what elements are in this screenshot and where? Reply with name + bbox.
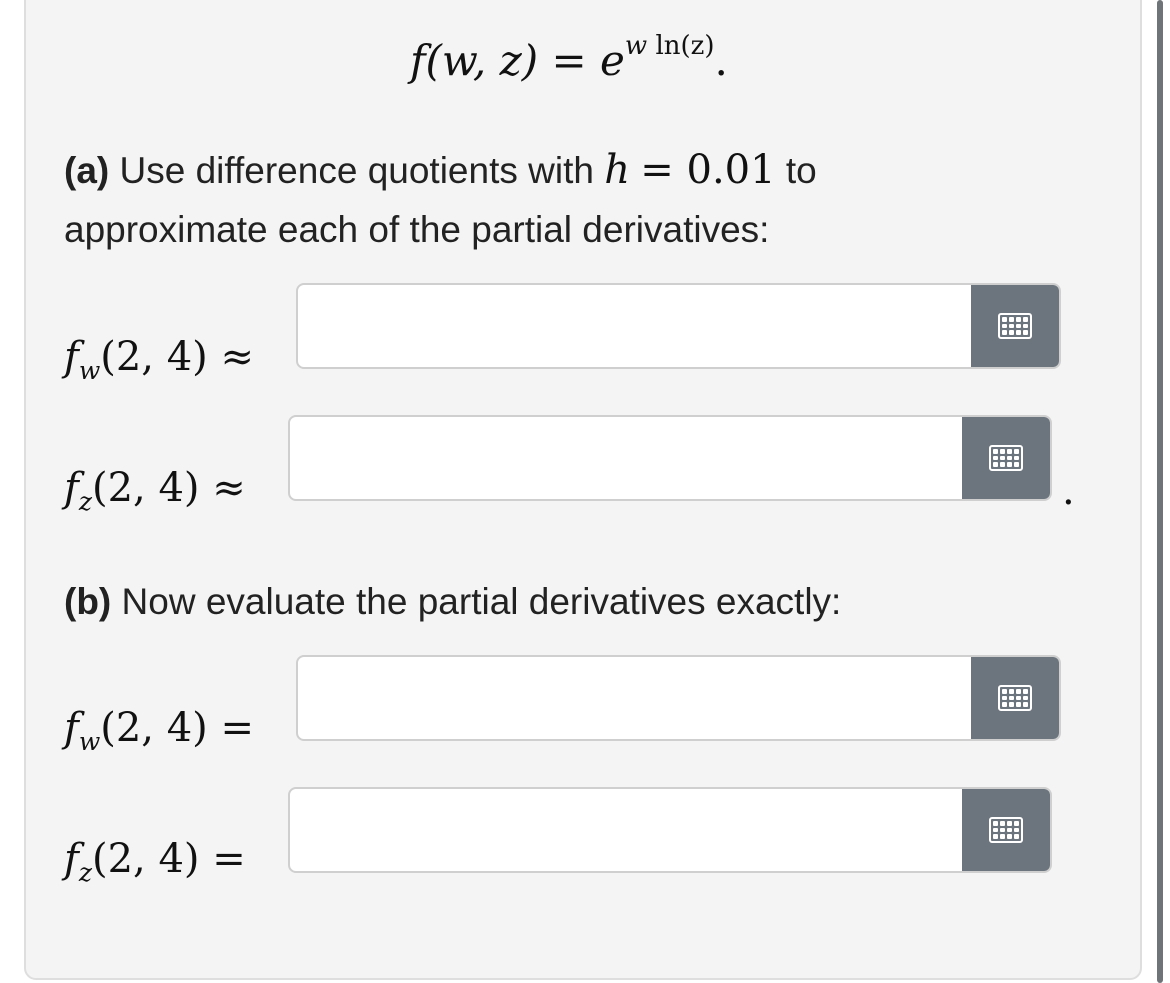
- part-b-instructions: (b) Now evaluate the partial derivatives…: [64, 572, 841, 632]
- fw-approx-label: fw(2, 4) ≈: [64, 334, 254, 383]
- part-a-instructions-line2: approximate each of the partial derivati…: [64, 209, 770, 250]
- function-name: f: [410, 36, 426, 85]
- fw-f: f: [64, 705, 79, 751]
- fz-sub: z: [78, 858, 92, 887]
- part-a-tag: (a): [64, 150, 110, 191]
- formula-period: .: [714, 36, 728, 85]
- fw-f: f: [64, 334, 79, 380]
- fw-args: (2, 4): [100, 705, 208, 751]
- equals-sign: =: [220, 705, 254, 751]
- part-a-text-end: to: [785, 150, 817, 191]
- fw-approx-keyboard-button[interactable]: [971, 285, 1059, 367]
- keyboard-icon: [989, 817, 1023, 843]
- fw-exact-label: fw(2, 4) =: [64, 705, 254, 754]
- fz-sub: z: [78, 487, 92, 516]
- h-value: = 0.01: [640, 147, 776, 193]
- h-variable: h: [604, 147, 630, 193]
- fz-approx-label: fz(2, 4) ≈: [64, 465, 246, 514]
- part-a-text: Use difference quotients with: [119, 150, 594, 191]
- trailing-period: .: [1062, 468, 1075, 514]
- exponent-fn: ln(z): [655, 31, 715, 61]
- approx-sign: ≈: [212, 465, 246, 511]
- scrollbar[interactable]: [1157, 0, 1163, 983]
- fw-args: (2, 4): [100, 334, 208, 380]
- part-b-text: Now evaluate the partial derivatives exa…: [121, 581, 842, 622]
- keyboard-icon: [998, 685, 1032, 711]
- part-b-tag: (b): [64, 581, 112, 622]
- equals-sign: =: [212, 836, 246, 882]
- equals-sign: =: [551, 36, 587, 85]
- fw-exact-field[interactable]: [296, 655, 1061, 741]
- fw-approx-field[interactable]: [296, 283, 1061, 369]
- fz-approx-keyboard-button[interactable]: [962, 417, 1050, 499]
- fw-exact-input[interactable]: [298, 657, 971, 739]
- keyboard-icon: [998, 313, 1032, 339]
- keyboard-icon: [989, 445, 1023, 471]
- fw-exact-keyboard-button[interactable]: [971, 657, 1059, 739]
- fz-exact-label: fz(2, 4) =: [64, 836, 246, 885]
- fz-exact-input[interactable]: [290, 789, 962, 871]
- function-definition: f(w, z) = ew ln(z).: [410, 33, 728, 85]
- fz-args: (2, 4): [91, 465, 200, 511]
- fz-exact-field[interactable]: [288, 787, 1052, 873]
- fz-f: f: [64, 836, 79, 882]
- part-a-instructions: (a) Use difference quotients with h = 0.…: [64, 140, 817, 201]
- fz-exact-keyboard-button[interactable]: [962, 789, 1050, 871]
- fz-approx-field[interactable]: [288, 415, 1052, 501]
- approx-sign: ≈: [220, 334, 254, 380]
- fz-args: (2, 4): [91, 836, 200, 882]
- fz-f: f: [64, 465, 79, 511]
- fz-approx-input[interactable]: [290, 417, 962, 499]
- fw-approx-input[interactable]: [298, 285, 971, 367]
- exp-base: e: [600, 36, 625, 85]
- exponent: w ln(z): [625, 31, 715, 61]
- function-args: (w, z): [425, 36, 539, 85]
- fw-sub: w: [78, 727, 101, 756]
- exponent-var: w: [624, 31, 648, 61]
- fw-sub: w: [78, 356, 101, 385]
